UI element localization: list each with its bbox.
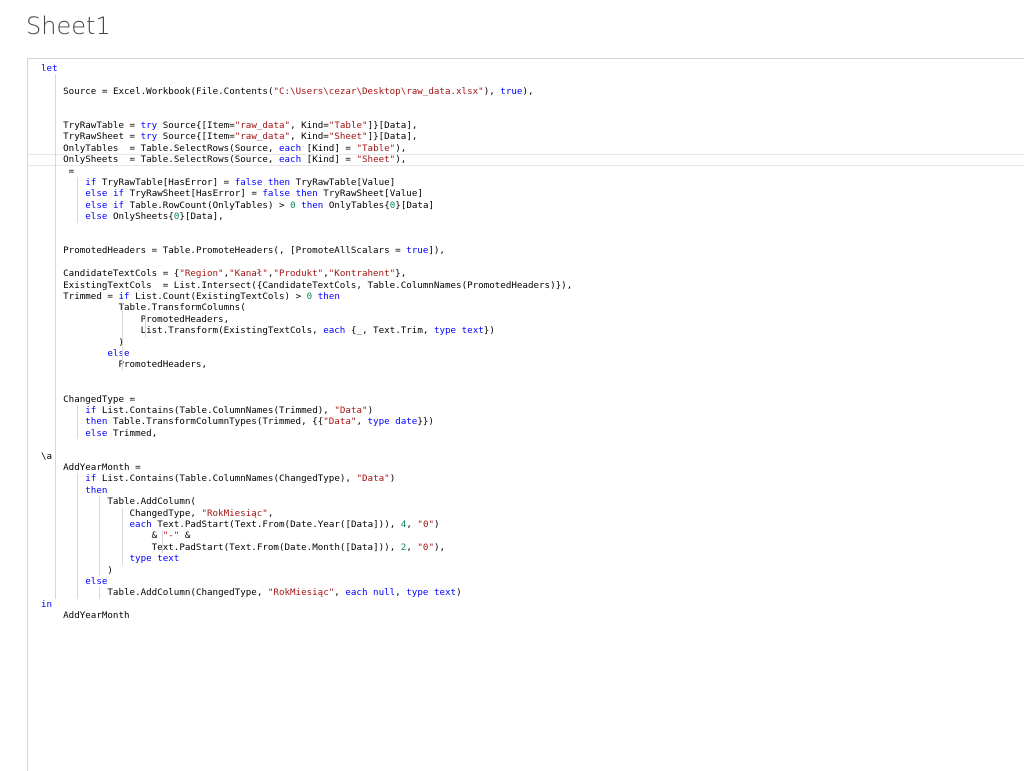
code-line-text: Trimmed = if List.Count(ExistingTextCols… [63, 291, 340, 302]
code-line-text: \a [41, 450, 53, 462]
code-line[interactable]: else OnlySheets{0}[Data], [28, 211, 1024, 222]
page-title: Sheet1 [26, 12, 111, 40]
indent-guide [99, 587, 100, 599]
code-line[interactable]: Table.AddColumn(ChangedType, "RokMiesiąc… [28, 587, 1024, 598]
code-line-text: let [41, 63, 58, 74]
code-line-text: Table.AddColumn( [107, 496, 196, 508]
code-line[interactable]: OnlySheets = Table.SelectRows(Source, ea… [28, 154, 1024, 166]
code-line[interactable]: ) [28, 565, 1024, 576]
indent-guide [145, 313, 146, 337]
code-line[interactable]: Text.PadStart(Text.From(Date.Month([Data… [28, 542, 1024, 553]
code-line[interactable]: Table.TransformColumns( [28, 302, 1024, 313]
code-line[interactable] [28, 97, 1024, 108]
code-line[interactable]: List.Transform(ExistingTextCols, each {_… [28, 325, 1024, 336]
code-line[interactable]: then Table.TransformColumnTypes(Trimmed,… [28, 416, 1024, 427]
code-line[interactable]: PromotedHeaders, [28, 359, 1024, 370]
code-line[interactable]: ) [28, 337, 1024, 348]
code-line[interactable]: PromotedHeaders, [28, 314, 1024, 325]
code-line[interactable]: AddYearMonth [28, 610, 1024, 621]
code-line-text: ChangedType, "RokMiesiąc", [129, 507, 274, 519]
code-line-text: Text.PadStart(Text.From(Date.Month([Data… [151, 541, 446, 553]
code-line[interactable]: let [28, 63, 1024, 74]
code-line[interactable] [28, 382, 1024, 393]
code-line[interactable]: else [28, 576, 1024, 587]
code-line[interactable]: if List.Contains(Table.ColumnNames(Trimm… [28, 405, 1024, 416]
code-line[interactable]: Table.AddColumn( [28, 496, 1024, 507]
indent-guide [162, 530, 163, 554]
code-line[interactable]: PromotedHeaders = Table.PromoteHeaders(,… [28, 245, 1024, 256]
code-line-text: if List.Contains(Table.ColumnNames(Chang… [85, 473, 396, 485]
code-line[interactable]: AddYearMonth = [28, 462, 1024, 473]
code-line[interactable]: ChangedType = [28, 394, 1024, 405]
code-line-text: else Trimmed, [85, 427, 158, 439]
code-line[interactable]: each Text.PadStart(Text.From(Date.Year([… [28, 519, 1024, 530]
code-line-text: else if TryRawSheet[HasError] = false th… [85, 188, 423, 200]
code-line[interactable]: & "-" & [28, 530, 1024, 541]
code-line-text: OnlyTables = Table.SelectRows(Source, ea… [63, 142, 407, 154]
code-line-text: PromotedHeaders, [140, 313, 230, 325]
code-line[interactable]: if TryRawTable[HasError] = false then Tr… [28, 177, 1024, 188]
indent-guide [77, 177, 78, 223]
code-line[interactable]: else if Table.RowCount(OnlyTables) > 0 t… [28, 200, 1024, 211]
code-line-text: else if Table.RowCount(OnlyTables) > 0 t… [85, 199, 435, 211]
code-line[interactable]: \a [28, 451, 1024, 462]
code-line-text: PromotedHeaders = Table.PromoteHeaders(,… [63, 245, 445, 257]
code-line[interactable]: TryRawTable = try Source{[Item="raw_data… [28, 120, 1024, 131]
code-line-text: CandidateTextCols = {"Region","Kanał","P… [63, 268, 407, 280]
code-line-text: then Table.TransformColumnTypes(Trimmed,… [85, 416, 434, 428]
code-line[interactable]: else [28, 348, 1024, 359]
code-line[interactable]: Source = Excel.Workbook(File.Contents("C… [28, 86, 1024, 97]
code-line[interactable]: else Trimmed, [28, 428, 1024, 439]
code-line-text: OnlySheets = Table.SelectRows(Source, ea… [63, 154, 407, 166]
code-line-text: TryRawTable = try Source{[Item="raw_data… [63, 120, 418, 131]
indent-guide [77, 405, 78, 440]
code-line[interactable]: Trimmed = if List.Count(ExistingTextCols… [28, 291, 1024, 302]
code-line-text: else OnlySheets{0}[Data], [85, 211, 224, 223]
indent-guide [122, 507, 123, 565]
code-line[interactable]: type text [28, 553, 1024, 564]
code-line-text: Table.TransformColumns( [118, 302, 246, 314]
code-line[interactable] [28, 109, 1024, 120]
code-line-text: ) [41, 336, 124, 348]
code-line[interactable]: else if TryRawSheet[HasError] = false th… [28, 188, 1024, 199]
code-line[interactable]: then [28, 485, 1024, 496]
indent-guide [77, 473, 78, 599]
code-line-text: Table.AddColumn(ChangedType, "RokMiesiąc… [107, 587, 462, 599]
code-line-text: List.Transform(ExistingTextCols, each {_… [140, 325, 495, 337]
code-line[interactable]: in [28, 599, 1024, 610]
code-line[interactable]: ChangedType, "RokMiesiąc", [28, 508, 1024, 519]
code-line-text: AddYearMonth [63, 610, 130, 622]
indent-guide [99, 496, 100, 576]
code-line[interactable] [28, 439, 1024, 450]
code-line-text: if TryRawTable[HasError] = false then Tr… [85, 177, 396, 188]
code-line-text: TryRawSheet = try Source{[Item="raw_data… [63, 131, 418, 143]
code-line[interactable] [28, 257, 1024, 268]
code-line[interactable]: = [28, 166, 1024, 177]
code-line-text: if List.Contains(Table.ColumnNames(Trimm… [85, 405, 374, 416]
code-line[interactable] [28, 74, 1024, 85]
code-line-text: = [63, 165, 75, 177]
code-line[interactable] [28, 234, 1024, 245]
code-line-text: & "-" & [41, 530, 191, 542]
code-editor[interactable]: let Source = Excel.Workbook(File.Content… [27, 58, 1024, 771]
code-line-text: else [85, 576, 108, 587]
code-line[interactable]: TryRawSheet = try Source{[Item="raw_data… [28, 131, 1024, 142]
code-line-text: then [85, 484, 108, 496]
code-line[interactable]: if List.Contains(Table.ColumnNames(Chang… [28, 473, 1024, 484]
code-line-text: each Text.PadStart(Text.From(Date.Year([… [129, 519, 440, 530]
indent-guide [55, 74, 56, 599]
code-line-text: ExistingTextCols = List.Intersect({Candi… [63, 279, 573, 291]
code-line-text: Source = Excel.Workbook(File.Contents("C… [63, 85, 534, 97]
code-line-text: in [41, 598, 53, 610]
code-line[interactable] [28, 371, 1024, 382]
code-line-text: type text [129, 553, 180, 565]
code-line[interactable]: OnlyTables = Table.SelectRows(Source, ea… [28, 143, 1024, 154]
code-line-text: PromotedHeaders, [118, 359, 207, 371]
indent-guide [122, 302, 123, 371]
code-line[interactable]: ExistingTextCols = List.Intersect({Candi… [28, 280, 1024, 291]
code-line[interactable]: CandidateTextCols = {"Region","Kanał","P… [28, 268, 1024, 279]
code-area[interactable]: let Source = Excel.Workbook(File.Content… [28, 59, 1024, 771]
code-line[interactable] [28, 223, 1024, 234]
